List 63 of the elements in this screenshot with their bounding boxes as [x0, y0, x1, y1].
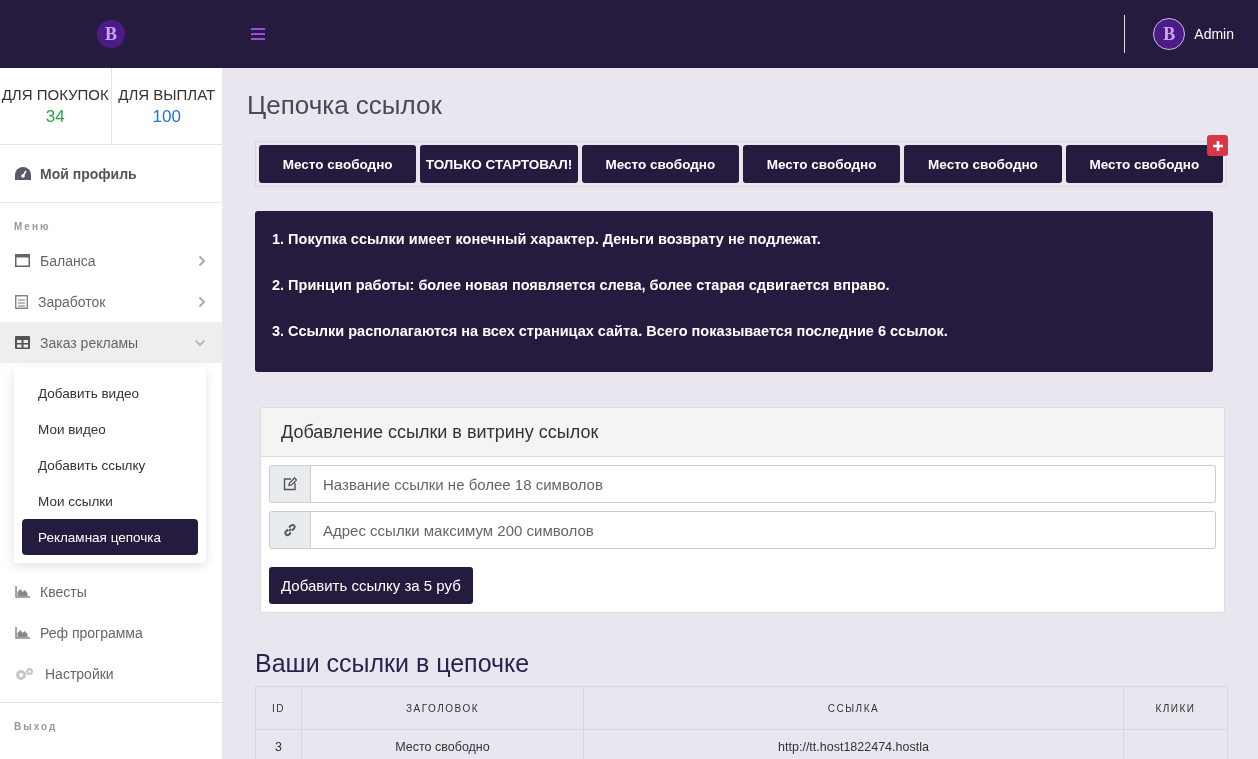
menu-item-label: Настройки [45, 665, 115, 682]
balance-value: 34 [45, 106, 65, 127]
menu-item-label: Заказ рекламы [40, 334, 140, 351]
rule-text: 2. Принцип работы: более новая появляется слева, более старая сдвигается вправо. [272, 277, 891, 293]
column-header: КЛИКИ [1155, 702, 1196, 714]
table-cell: 3 [275, 740, 282, 754]
menu-icon[interactable] [251, 28, 265, 40]
submenu-item[interactable]: Мои ссылки [22, 483, 198, 519]
menu-item-label: Квесты [40, 583, 88, 600]
menu-item[interactable]: Квесты [0, 571, 222, 612]
rule-text: 1. Покупка ссылки имеет конечный характер. Деньги возврату не подлежат. [272, 231, 822, 247]
edit-icon [283, 477, 297, 491]
menu-item[interactable]: Реф программа [0, 612, 222, 653]
user-name[interactable]: Admin [1194, 26, 1234, 42]
submenu-item[interactable]: Рекламная цепочка [22, 519, 198, 555]
area-chart-icon [15, 585, 30, 598]
menu-item[interactable]: Настройки [0, 653, 222, 694]
balance-label: ДЛЯ ВЫПЛАТ [118, 85, 216, 103]
chain-link-button[interactable]: Место свободно [259, 145, 417, 183]
text-input-field[interactable]: Название ссылки не более 18 символов [311, 465, 1216, 503]
gears-icon [15, 666, 34, 681]
table-cell: http://tt.host1822474.hostla [778, 740, 929, 754]
menu-heading: Меню [13, 220, 52, 234]
calendar-icon [15, 294, 28, 309]
table-title: Ваши ссылки в цепочке [255, 649, 531, 678]
area-chart-icon [15, 626, 30, 639]
submit-button[interactable]: Добавить ссылку за 5 руб [269, 567, 473, 604]
chain-link-button[interactable]: Место свободно [581, 145, 739, 183]
menu-item-label: Реф программа [40, 624, 144, 641]
link-icon [283, 523, 297, 537]
menu-item-label: Баланса [40, 252, 97, 269]
chain-link-button[interactable]: ТОЛЬКО СТАРТОВАЛ! [420, 145, 578, 183]
profile-link[interactable]: Мой профиль [40, 165, 137, 182]
chevron-right-icon [198, 254, 206, 267]
logo-badge[interactable]: B [97, 20, 125, 48]
balance-label: ДЛЯ ПОКУПОК [1, 85, 109, 103]
menu-item-label: Заработок [38, 293, 107, 310]
gauge-icon [15, 167, 31, 180]
table-icon [15, 336, 30, 349]
menu-item[interactable]: Заработок [0, 281, 222, 322]
form-title: Добавление ссылки в витрину ссылок [261, 408, 1224, 457]
chain-link-button[interactable]: Место свободно [904, 145, 1062, 183]
submenu-item[interactable]: Добавить ссылку [22, 447, 198, 483]
balance-value: 100 [152, 106, 181, 127]
column-header: ЗАГОЛОВОК [406, 702, 479, 714]
user-avatar[interactable]: B [1153, 18, 1186, 50]
submenu-item[interactable]: Мои видео [22, 411, 198, 447]
chevron-right-icon [198, 295, 206, 308]
chain-link-button[interactable]: Место свободно [743, 145, 901, 183]
window-icon [15, 254, 30, 267]
rule-text: 3. Ссылки располагаются на всех страницах сайта. Всего показывается последние 6 ссылок. [272, 323, 949, 339]
column-header: ССЫЛКА [827, 702, 880, 714]
column-header: ID [272, 702, 285, 714]
chevron-down-icon [194, 338, 206, 347]
chain-link-button[interactable]: Место свободно [1065, 145, 1223, 183]
text-input-field[interactable]: Адрес ссылки максимум 200 символов [311, 511, 1216, 549]
submenu-item[interactable]: Добавить видео [22, 375, 198, 411]
menu-item[interactable]: Заказ рекламы [0, 322, 222, 363]
menu-item[interactable]: Баланса [0, 240, 222, 281]
add-button[interactable] [1207, 135, 1228, 156]
table-cell: Место свободно [395, 740, 490, 754]
plus-icon [1212, 140, 1223, 151]
page-title: Цепочка ссылок [247, 90, 443, 121]
